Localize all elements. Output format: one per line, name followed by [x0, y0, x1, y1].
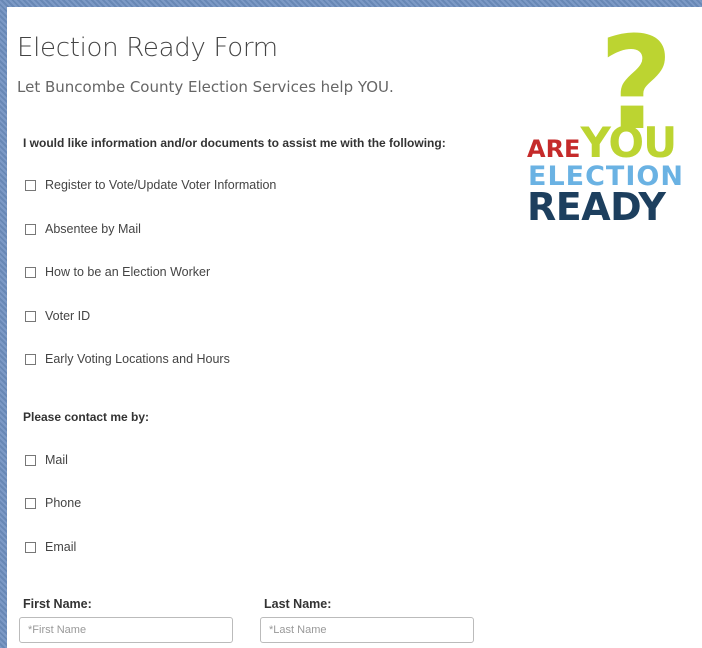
checkbox-box[interactable] — [25, 266, 36, 278]
checkbox-box[interactable] — [25, 497, 36, 509]
checkbox-label: Absentee by Mail — [45, 222, 141, 236]
checkbox-label: Email — [45, 540, 77, 554]
info-section-heading: I would like information and/or document… — [23, 136, 446, 150]
checkbox-box[interactable] — [25, 353, 36, 365]
last-name-label: Last Name: — [264, 597, 332, 611]
checkbox-label: Voter ID — [45, 309, 91, 323]
checkbox-early-voting[interactable]: Early Voting Locations and Hours — [25, 352, 230, 366]
form-page: Election Ready Form Let Buncombe County … — [7, 7, 702, 648]
checkbox-box[interactable] — [25, 179, 36, 191]
logo-are-text: ARE — [527, 135, 581, 163]
checkbox-register-to-vote[interactable]: Register to Vote/Update Voter Informatio… — [25, 178, 276, 192]
checkbox-box[interactable] — [25, 454, 36, 466]
checkbox-contact-phone[interactable]: Phone — [25, 496, 81, 510]
logo-ready-text: READY — [527, 185, 666, 229]
last-name-input[interactable] — [260, 617, 474, 643]
form-subtitle: Let Buncombe County Election Services he… — [17, 78, 394, 96]
first-name-input[interactable] — [19, 617, 233, 643]
checkbox-label: How to be an Election Worker — [45, 265, 211, 279]
checkbox-box[interactable] — [25, 541, 36, 553]
checkbox-contact-mail[interactable]: Mail — [25, 453, 68, 467]
checkbox-absentee-by-mail[interactable]: Absentee by Mail — [25, 222, 141, 236]
logo-you-text: YOU — [580, 118, 677, 167]
checkbox-label: Register to Vote/Update Voter Informatio… — [45, 178, 277, 192]
checkbox-label: Early Voting Locations and Hours — [45, 352, 230, 366]
checkbox-election-worker[interactable]: How to be an Election Worker — [25, 265, 210, 279]
checkbox-contact-email[interactable]: Email — [25, 540, 76, 554]
checkbox-box[interactable] — [25, 223, 36, 235]
checkbox-label: Phone — [45, 496, 82, 510]
checkbox-voter-id[interactable]: Voter ID — [25, 309, 90, 323]
contact-section-heading: Please contact me by: — [23, 410, 150, 424]
checkbox-label: Mail — [45, 453, 68, 467]
are-you-election-ready-logo: ? AREYOU ELECTION READY — [527, 21, 697, 240]
logo-line-are-you: AREYOU — [527, 122, 677, 164]
form-title: Election Ready Form — [17, 33, 278, 63]
first-name-label: First Name: — [23, 597, 92, 611]
checkbox-box[interactable] — [25, 310, 36, 322]
